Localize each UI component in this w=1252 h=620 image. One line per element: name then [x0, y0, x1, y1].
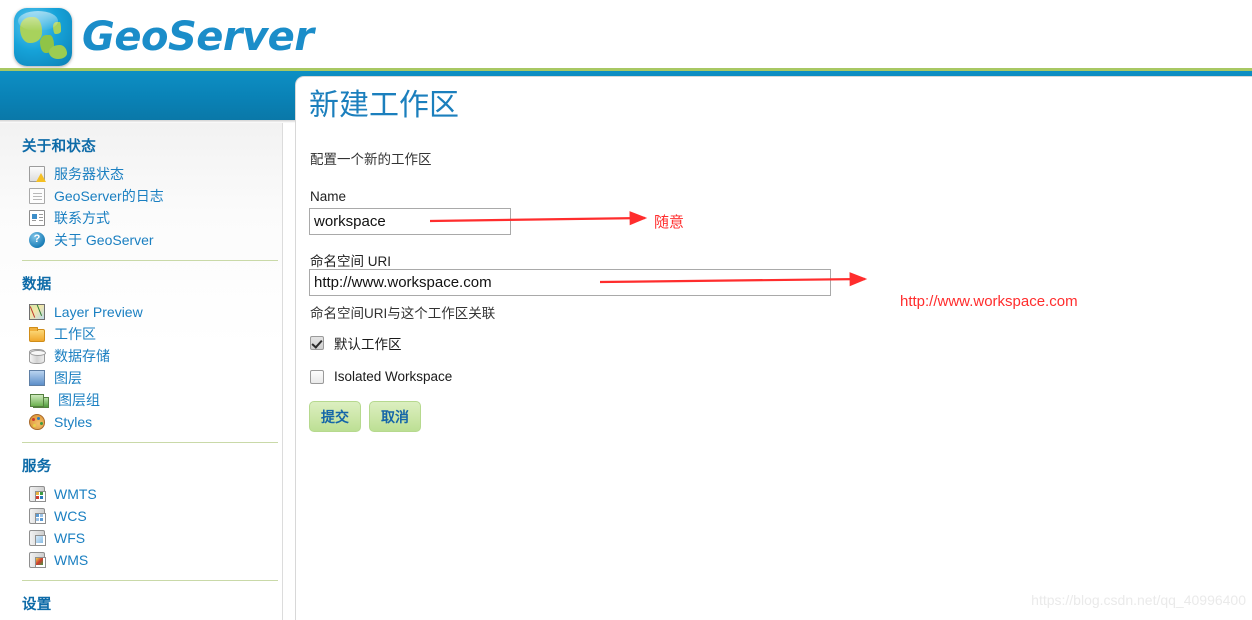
sidebar-item-[interactable]: 工作区 [0, 323, 282, 345]
sidebar-item-styles[interactable]: Styles [0, 411, 282, 433]
brand-logo[interactable]: GeoServer [14, 8, 314, 66]
sidebar-item-[interactable]: 数据存储 [0, 345, 282, 367]
submit-button[interactable]: 提交 [309, 401, 361, 432]
sidebar-item-[interactable]: 服务器状态 [0, 163, 282, 185]
app-header: GeoServer [0, 0, 1252, 70]
sidebar-item-label: WMS [54, 552, 89, 568]
service-wms-icon [29, 552, 46, 568]
sidebar-item-label: GeoServer的日志 [54, 188, 164, 204]
sidebar-item-[interactable]: 图层组 [0, 389, 282, 411]
sidebar-item-label: WFS [54, 530, 86, 546]
sidebar-item-wms[interactable]: WMS [0, 549, 282, 571]
sidebar-section-title: 关于和状态 [22, 139, 96, 155]
service-wcs-icon [29, 508, 46, 524]
database-icon [29, 348, 46, 364]
sidebar-item-label: WCS [54, 508, 87, 524]
sidebar-item-[interactable]: 图层 [0, 367, 282, 389]
sidebar-section-title: 设置 [22, 597, 52, 613]
service-wmts-icon [29, 486, 46, 502]
sidebar-item-layer-preview[interactable]: Layer Preview [0, 301, 282, 323]
layer-icon [29, 370, 45, 386]
namespace-uri-input[interactable] [309, 269, 831, 296]
sidebar-section: 设置全球 [0, 581, 282, 620]
annotation-uri-text: http://www.workspace.com [900, 293, 1078, 310]
sidebar-section: 关于和状态服务器状态 GeoServer的日志联系方式关于 GeoServer [0, 123, 282, 251]
uri-field-label: 命名空间 URI [310, 254, 391, 269]
sidebar-item-wmts[interactable]: WMTS [0, 483, 282, 505]
palette-icon [29, 414, 45, 430]
service-wfs-icon [29, 530, 46, 546]
default-workspace-label: 默认工作区 [334, 337, 402, 352]
default-workspace-row[interactable]: 默认工作区 [310, 333, 402, 353]
sidebar-item-[interactable]: 联系方式 [0, 207, 282, 229]
contact-card-icon [29, 210, 45, 226]
document-icon [29, 188, 45, 204]
sidebar-item-geoserver[interactable]: 关于 GeoServer [0, 229, 282, 251]
watermark-text: https://blog.csdn.net/qq_40996400 [1031, 592, 1246, 608]
sidebar-section: 数据 Layer Preview 工作区数据存储图层图层组 Styles [0, 261, 282, 433]
sidebar-item-wcs[interactable]: WCS [0, 505, 282, 527]
cancel-button[interactable]: 取消 [369, 401, 421, 432]
sidebar-item-label: WMTS [54, 486, 97, 502]
folder-icon [29, 326, 45, 342]
sidebar-item-label: 工作区 [54, 326, 96, 342]
sidebar-section-title: 服务 [22, 459, 52, 475]
page-title: 新建工作区 [309, 89, 459, 122]
isolated-workspace-row[interactable]: Isolated Workspace [310, 369, 452, 384]
layer-group-icon [30, 394, 49, 408]
default-workspace-checkbox[interactable] [310, 336, 324, 350]
sidebar-section-title: 数据 [22, 277, 52, 293]
sidebar-item-label: 图层 [54, 370, 82, 386]
name-input[interactable] [309, 208, 511, 235]
sidebar-item-label: 服务器状态 [54, 166, 124, 182]
sidebar-item-label: 联系方式 [54, 210, 110, 226]
server-status-icon [29, 166, 46, 182]
sidebar-item-label: Layer Preview [54, 304, 143, 320]
sidebar-item-geoserver[interactable]: GeoServer的日志 [0, 185, 282, 207]
geoserver-page: GeoServer 关于和状态服务器状态 GeoServer的日志联系方式关于 G… [0, 0, 1252, 620]
isolated-workspace-label: Isolated Workspace [334, 369, 453, 384]
sidebar-item-label: 关于 GeoServer [54, 232, 154, 248]
sidebar-section: 服务 WMTS WCS WFS WMS [0, 443, 282, 571]
name-field-label: Name [310, 189, 347, 204]
isolated-workspace-checkbox[interactable] [310, 369, 324, 384]
sidebar-nav: 关于和状态服务器状态 GeoServer的日志联系方式关于 GeoServer 数据… [0, 123, 283, 620]
map-preview-icon [29, 304, 45, 320]
sidebar-item-label: Styles [54, 414, 93, 430]
globe-icon [14, 8, 72, 66]
sidebar-item-label: 数据存储 [54, 348, 110, 364]
page-subtitle: 配置一个新的工作区 [310, 152, 432, 167]
help-circle-icon [29, 231, 45, 248]
brand-name: GeoServer [82, 14, 314, 60]
annotation-name-text: 随意 [654, 214, 685, 231]
content-panel: 新建工作区 配置一个新的工作区 Name 命名空间 URI 命名空间URI与这个… [295, 76, 1252, 620]
sidebar-item-label: 图层组 [58, 392, 100, 408]
sidebar-item-wfs[interactable]: WFS [0, 527, 282, 549]
uri-hint-text: 命名空间URI与这个工作区关联 [310, 306, 496, 321]
